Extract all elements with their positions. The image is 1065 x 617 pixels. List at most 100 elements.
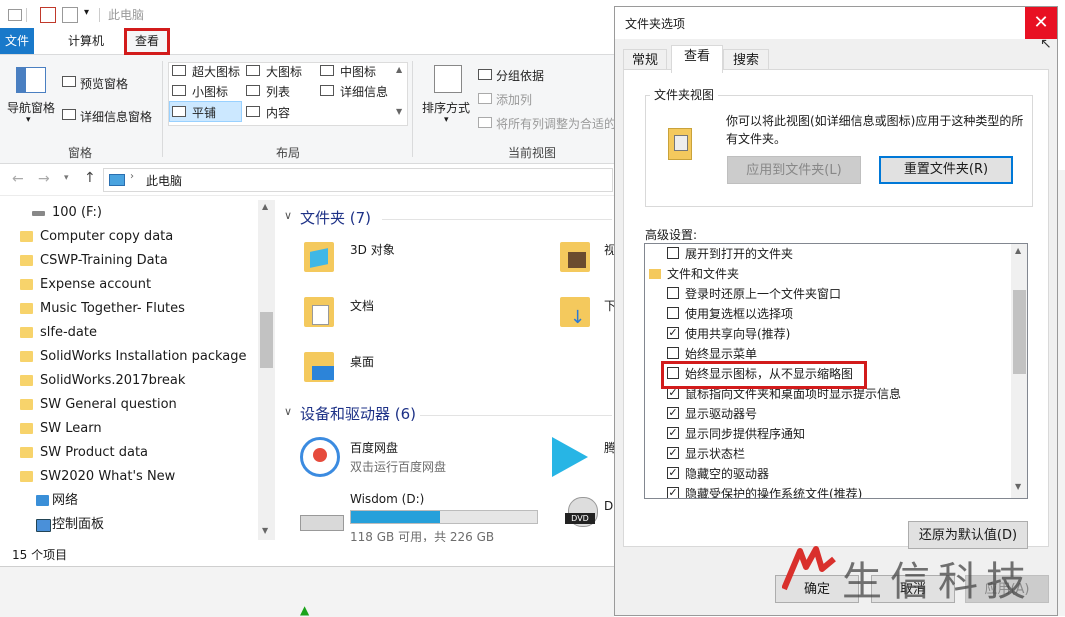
layout-list[interactable]: 列表 [266, 83, 290, 100]
advanced-setting-item[interactable]: ✓ 隐藏受保护的操作系统文件(推荐) [667, 484, 862, 498]
breadcrumb[interactable]: 此电脑 [146, 172, 182, 189]
nav-item[interactable]: Music Together- Flutes [20, 297, 185, 321]
advanced-setting-item[interactable]: ✓ 显示状态栏 [667, 444, 745, 464]
layout-tiles[interactable]: 平铺 [192, 104, 216, 121]
chevron-down-icon[interactable]: ▾ [444, 115, 449, 125]
folders-section-header[interactable]: 文件夹 (7) [300, 207, 371, 228]
folder-3d-objects[interactable]: 3D 对象 [350, 241, 395, 258]
layout-medium[interactable]: 中图标 [340, 63, 376, 80]
downloads-icon[interactable]: ↓ [560, 297, 590, 327]
layout-small[interactable]: 小图标 [192, 83, 228, 100]
nav-item[interactable]: SW Product data [20, 441, 148, 465]
advanced-setting-item[interactable]: ✓ 显示同步提供程序通知 [667, 424, 806, 444]
back-icon[interactable]: ← [12, 171, 24, 187]
details-pane-button[interactable]: 详细信息窗格 [80, 108, 152, 125]
folder-documents[interactable]: 文档 [350, 297, 374, 314]
advanced-setting-item[interactable]: ✓ 使用共享向导(推荐) [667, 324, 790, 344]
checkbox-checked-icon[interactable]: ✓ [667, 427, 679, 439]
dvd-drive-icon[interactable]: DVD [565, 497, 598, 527]
sort-by-button[interactable]: 排序方式 [422, 99, 470, 116]
documents-icon[interactable] [304, 297, 334, 327]
preview-pane-button[interactable]: 预览窗格 [80, 75, 128, 92]
nav-item[interactable]: SolidWorks.2017break [20, 369, 185, 393]
layout-details[interactable]: 详细信息 [340, 83, 388, 100]
checkbox-icon[interactable] [667, 247, 679, 259]
group-by-button[interactable]: 分组依据 [496, 67, 544, 84]
chevron-down-icon[interactable]: ▾ [26, 115, 31, 125]
gallery-scroll-up-icon[interactable]: ▲ [396, 65, 402, 74]
restore-defaults-button[interactable]: 还原为默认值(D) [908, 521, 1028, 549]
reset-folders-button[interactable]: 重置文件夹(R) [879, 156, 1013, 184]
scroll-up-icon[interactable]: ▲ [1015, 246, 1021, 255]
tab-computer[interactable]: 计算机 [58, 28, 114, 54]
checkbox-checked-icon[interactable]: ✓ [667, 467, 679, 479]
3d-objects-icon[interactable] [304, 242, 334, 272]
nav-item[interactable]: 控制面板 [36, 513, 104, 537]
chevron-down-icon[interactable]: ∨ [284, 405, 292, 418]
nav-item[interactable]: SW Learn [20, 417, 102, 441]
nav-item[interactable]: SolidWorks Installation package [20, 345, 247, 369]
tab-view[interactable]: 查看 [124, 28, 171, 55]
baidu-netdisk-icon[interactable] [300, 437, 340, 477]
gallery-scroll-down-icon[interactable]: ▼ [396, 107, 402, 116]
checkbox-icon[interactable] [667, 307, 679, 319]
advanced-setting-label: 显示同步提供程序通知 [685, 427, 806, 441]
up-icon[interactable]: ↑ [84, 170, 96, 186]
checkbox-checked-icon[interactable]: ✓ [667, 447, 679, 459]
nav-item[interactable]: 100 (F:) [32, 201, 102, 225]
nav-item[interactable]: slfe-date [20, 321, 97, 345]
nav-pane-button[interactable]: 导航窗格 [7, 99, 55, 116]
scroll-down-icon[interactable]: ▼ [262, 526, 268, 535]
layout-extra-large[interactable]: 超大图标 [192, 63, 240, 80]
advanced-setting-item[interactable]: 展开到打开的文件夹 [667, 244, 793, 264]
advanced-setting-item[interactable]: ✓ 隐藏空的驱动器 [667, 464, 769, 484]
scroll-up-icon[interactable]: ▲ [262, 202, 268, 211]
nav-pane-icon[interactable] [16, 67, 46, 93]
tab-file[interactable]: 文件 [0, 28, 34, 54]
tab-view[interactable]: 查看 [671, 45, 723, 73]
advanced-setting-item[interactable]: 使用复选框以选择项 [667, 304, 793, 324]
tencent-video-icon[interactable] [552, 437, 588, 477]
address-input[interactable]: › 此电脑 [103, 168, 613, 192]
apply-to-folders-button[interactable]: 应用到文件夹(L) [727, 156, 861, 184]
device-wisdom-drive[interactable]: Wisdom (D:) [350, 492, 424, 506]
sort-icon[interactable] [434, 65, 462, 93]
chevron-down-icon[interactable]: ∨ [284, 209, 292, 222]
checkbox-checked-icon[interactable]: ✓ [667, 407, 679, 419]
fit-columns-button[interactable]: 将所有列调整为合适的 [496, 115, 616, 132]
new-folder-icon[interactable] [62, 7, 78, 23]
advanced-setting-item[interactable]: 登录时还原上一个文件夹窗口 [667, 284, 841, 304]
chevron-down-icon[interactable]: ▾ [84, 7, 89, 18]
close-icon[interactable]: ✕ [1025, 7, 1057, 39]
nav-item[interactable]: SW2020 What's New [20, 465, 175, 489]
nav-item[interactable]: 网络 [36, 489, 78, 513]
folder-desktop[interactable]: 桌面 [350, 353, 374, 370]
checkbox-checked-icon[interactable]: ✓ [667, 327, 679, 339]
nav-item[interactable]: Computer copy data [20, 225, 173, 249]
advanced-scrollbar[interactable]: ▲ ▼ [1011, 244, 1027, 498]
advanced-setting-item[interactable]: 文件和文件夹 [649, 264, 739, 284]
desktop-icon[interactable] [304, 352, 334, 382]
scroll-thumb[interactable] [1013, 290, 1026, 374]
properties-icon[interactable] [40, 7, 56, 23]
advanced-setting-label: 始终显示菜单 [685, 347, 758, 361]
nav-item[interactable]: CSWP-Training Data [20, 249, 168, 273]
nav-scrollbar[interactable]: ▲ ▼ [258, 200, 275, 540]
scroll-thumb[interactable] [260, 312, 273, 368]
advanced-setting-item[interactable]: ✓ 显示驱动器号 [667, 404, 757, 424]
layout-large[interactable]: 大图标 [266, 63, 302, 80]
layout-content[interactable]: 内容 [266, 104, 290, 121]
videos-icon[interactable] [560, 242, 590, 272]
add-columns-button[interactable]: 添加列 [496, 91, 532, 108]
chevron-down-icon[interactable]: ▾ [64, 173, 69, 183]
forward-icon[interactable]: → [38, 171, 50, 187]
checkbox-checked-icon[interactable]: ✓ [667, 487, 679, 498]
nav-item[interactable]: SW General question [20, 393, 177, 417]
nav-item[interactable]: Expense account [20, 273, 151, 297]
scroll-down-icon[interactable]: ▼ [1015, 482, 1021, 491]
checkbox-icon[interactable] [667, 347, 679, 359]
devices-section-header[interactable]: 设备和驱动器 (6) [300, 403, 416, 424]
checkbox-icon[interactable] [667, 287, 679, 299]
drive-icon[interactable] [300, 515, 344, 531]
device-baidu-netdisk[interactable]: 百度网盘 [350, 439, 398, 456]
